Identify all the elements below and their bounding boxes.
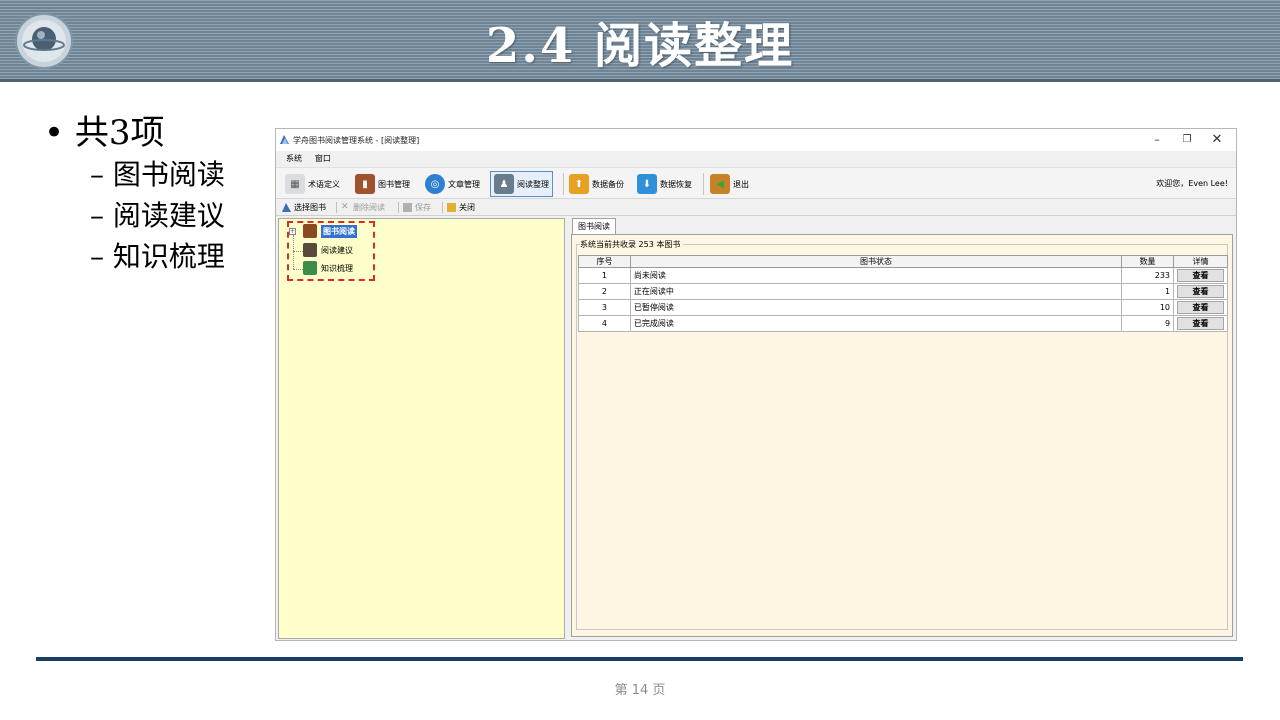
menu-item-window[interactable]: 窗口	[315, 151, 331, 167]
status-table: 序号 图书状态 数量 详情 1 尚未阅读 233 查看 2 正在阅读中 1 查看…	[578, 255, 1228, 332]
backup-icon: ⬆	[569, 174, 589, 194]
toolbar-separator	[442, 202, 443, 213]
summary-text: 系统当前共收录 253 本图书	[580, 239, 684, 250]
slide-header: 2.4 阅读整理	[0, 0, 1280, 82]
row-detail-cell: 查看	[1173, 283, 1228, 300]
bullet-sub-item: – 知识梳理	[90, 240, 225, 273]
row-status: 正在阅读中	[629, 283, 1123, 300]
toolbar-label: 数据恢复	[660, 179, 692, 189]
view-button[interactable]: 查看	[1177, 285, 1224, 298]
menu-bar: 系统 窗口	[276, 151, 1236, 167]
bullet-sub-item: – 阅读建议	[90, 199, 225, 232]
toolbar-label: 文章管理	[448, 179, 480, 189]
column-header[interactable]: 图书状态	[629, 255, 1123, 268]
page-number: 第 14 页	[614, 683, 666, 698]
toolbar-data-restore-button[interactable]: ⬇ 数据恢复	[634, 171, 695, 197]
row-detail-cell: 查看	[1173, 299, 1228, 316]
row-detail-cell: 查看	[1173, 267, 1228, 284]
tb2-label: 关闭	[459, 203, 475, 212]
globe-icon: ◎	[425, 174, 445, 194]
row-number: 1	[578, 267, 631, 284]
select-book-button[interactable]: 选择图书	[282, 202, 326, 213]
view-button[interactable]: 查看	[1177, 301, 1224, 314]
row-quantity: 233	[1121, 267, 1175, 284]
row-status: 已暂停阅读	[629, 299, 1123, 316]
row-status: 尚未阅读	[629, 267, 1123, 284]
tab-panel: 系统当前共收录 253 本图书 序号 图书状态 数量 详情 1 尚未阅读 233…	[571, 234, 1233, 637]
column-header[interactable]: 数量	[1121, 255, 1175, 268]
toolbar-reading-organize-button[interactable]: ♟ 阅读整理	[490, 171, 553, 197]
tb2-label: 选择图书	[294, 203, 326, 212]
view-button[interactable]: 查看	[1177, 317, 1224, 330]
main-toolbar: ▦ 术语定义 ▮ 图书管理 ◎ 文章管理 ♟ 阅读整理 ⬆ 数据备份 ⬇ 数据恢…	[276, 167, 1236, 199]
close-door-icon	[447, 203, 456, 212]
definition-icon: ▦	[285, 174, 305, 194]
row-number: 2	[578, 283, 631, 300]
toolbar-book-management-button[interactable]: ▮ 图书管理	[352, 171, 413, 197]
app-icon	[280, 135, 289, 144]
close-window-button[interactable]: ✕	[1202, 131, 1232, 149]
minimize-button[interactable]: –	[1142, 131, 1172, 149]
row-number: 4	[578, 315, 631, 332]
row-quantity: 1	[1121, 283, 1175, 300]
bullet-list: • 共3项 – 图书阅读 – 阅读建议 – 知识梳理	[44, 112, 225, 277]
toolbar-separator	[398, 202, 399, 213]
app-window: 学舟图书阅读管理系统 - [阅读整理] – ❐ ✕ 系统 窗口 ▦ 术语定义 ▮…	[275, 128, 1237, 641]
table-row[interactable]: 1 尚未阅读 233 查看	[578, 267, 1228, 284]
reader-icon: ♟	[494, 174, 514, 194]
select-book-icon	[282, 203, 291, 212]
secondary-toolbar: 选择图书 ✕ 删除阅读 保存 关闭	[276, 199, 1236, 216]
column-header[interactable]: 详情	[1173, 255, 1228, 268]
book-icon: ▮	[355, 174, 375, 194]
toolbar-label: 数据备份	[592, 179, 624, 189]
navigation-tree: + 图书阅读 阅读建议 知识梳理	[278, 218, 565, 639]
exit-icon: ◀	[710, 174, 730, 194]
row-number: 3	[578, 299, 631, 316]
table-row[interactable]: 2 正在阅读中 1 查看	[578, 283, 1228, 300]
highlight-box	[287, 221, 375, 281]
restore-button[interactable]: ❐	[1172, 131, 1202, 149]
save-icon	[403, 203, 412, 212]
toolbar-label: 退出	[733, 179, 749, 189]
table-row[interactable]: 4 已完成阅读 9 查看	[578, 315, 1228, 332]
column-header[interactable]: 序号	[578, 255, 631, 268]
window-title: 学舟图书阅读管理系统 - [阅读整理]	[293, 136, 420, 145]
toolbar-exit-button[interactable]: ◀ 退出	[707, 171, 752, 197]
toolbar-article-management-button[interactable]: ◎ 文章管理	[422, 171, 483, 197]
bullet-main: • 共3项	[44, 113, 165, 153]
welcome-text: 欢迎您，Even Lee!	[1156, 179, 1228, 188]
bullet-sub-item: – 图书阅读	[90, 158, 225, 191]
toolbar-data-backup-button[interactable]: ⬆ 数据备份	[566, 171, 627, 197]
toolbar-label: 术语定义	[308, 179, 340, 189]
menu-item-system[interactable]: 系统	[286, 151, 302, 167]
toolbar-separator	[563, 173, 564, 195]
delete-icon: ✕	[341, 202, 349, 212]
window-titlebar[interactable]: 学舟图书阅读管理系统 - [阅读整理] – ❐ ✕	[276, 129, 1236, 151]
close-button[interactable]: 关闭	[447, 202, 475, 213]
toolbar-label: 阅读整理	[517, 179, 549, 189]
footer-rule	[36, 657, 1243, 661]
tb2-label: 保存	[415, 203, 431, 212]
toolbar-separator	[703, 173, 704, 195]
delete-reading-button[interactable]: ✕ 删除阅读	[341, 202, 385, 213]
toolbar-label: 图书管理	[378, 179, 410, 189]
tb2-label: 删除阅读	[353, 203, 385, 212]
row-status: 已完成阅读	[629, 315, 1123, 332]
row-detail-cell: 查看	[1173, 315, 1228, 332]
table-row[interactable]: 3 已暂停阅读 10 查看	[578, 299, 1228, 316]
table-header-row: 序号 图书状态 数量 详情	[578, 255, 1228, 268]
toolbar-term-definition-button[interactable]: ▦ 术语定义	[282, 171, 343, 197]
content-pane: 图书阅读 系统当前共收录 253 本图书 序号 图书状态 数量 详情 1 尚未阅…	[570, 218, 1235, 639]
save-button[interactable]: 保存	[403, 202, 431, 213]
toolbar-separator	[336, 202, 337, 213]
row-quantity: 10	[1121, 299, 1175, 316]
slide-title: 2.4 阅读整理	[485, 18, 795, 74]
row-quantity: 9	[1121, 315, 1175, 332]
view-button[interactable]: 查看	[1177, 269, 1224, 282]
tab-book-reading[interactable]: 图书阅读	[572, 218, 616, 234]
restore-icon: ⬇	[637, 174, 657, 194]
